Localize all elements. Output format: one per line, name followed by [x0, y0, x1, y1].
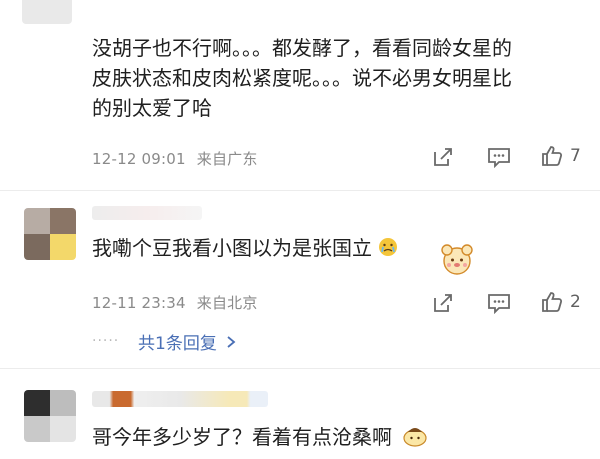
comment-1-line-3: 的别太爱了哈 — [92, 96, 212, 120]
comment-button-2[interactable] — [487, 292, 511, 314]
avatar-1[interactable] — [22, 0, 72, 24]
view-replies-label: 共1条回复 — [138, 334, 217, 354]
comment-2-text: 我嘞个豆我看小图以为是张国立 — [92, 233, 398, 265]
crying-emoji-icon — [378, 235, 398, 265]
comment-icon — [488, 148, 510, 168]
comment-2-content: 我嘞个豆我看小图以为是张国立 — [92, 236, 372, 260]
comment-1-line-1: 没胡子也不行啊。。。都发酵了，看看同龄女星的 — [92, 36, 512, 60]
comment-1-text: 没胡子也不行啊。。。都发酵了，看看同龄女星的 皮肤状态和皮肉松紧度呢。。。说不必… — [92, 33, 592, 123]
username-3-blurred[interactable] — [92, 391, 268, 407]
like-icon — [542, 146, 563, 166]
reply-dots: ····· — [92, 333, 120, 349]
avatar-3[interactable] — [24, 390, 76, 442]
comment-icon — [488, 294, 510, 314]
share-icon — [434, 148, 452, 166]
view-replies-link[interactable]: 共1条回复 — [138, 329, 236, 354]
sticker-pudding-icon — [402, 423, 428, 455]
share-icon — [434, 294, 452, 312]
comment-2-time: 12-11 23:34 — [92, 294, 186, 312]
comment-1-line-2: 皮肤状态和皮肉松紧度呢。。。说不必男女明星比 — [92, 66, 512, 90]
sticker-bear-icon — [440, 243, 474, 275]
username-2-blurred[interactable] — [92, 206, 202, 220]
comment-1-time: 12-12 09:01 — [92, 150, 186, 168]
comment-2-meta: 12-11 23:34 来自北京 — [92, 292, 258, 313]
divider-1 — [0, 190, 600, 191]
comment-2-location: 来自北京 — [196, 294, 258, 312]
like-button-2[interactable]: 2 — [540, 290, 581, 314]
share-button-1[interactable] — [432, 146, 454, 168]
chevron-right-icon — [226, 334, 236, 354]
comment-1-location: 来自广东 — [196, 150, 258, 168]
like-count-2: 2 — [570, 292, 581, 312]
like-count-1: 7 — [570, 146, 581, 166]
comment-3-text: 哥今年多少岁了？看着有点沧桑啊 — [92, 422, 428, 455]
like-button-1[interactable]: 7 — [540, 144, 581, 168]
share-button-2[interactable] — [432, 292, 454, 314]
divider-2 — [0, 368, 600, 369]
comment-button-1[interactable] — [487, 146, 511, 168]
comment-3-content: 哥今年多少岁了？看着有点沧桑啊 — [92, 425, 392, 449]
avatar-2[interactable] — [24, 208, 76, 260]
like-icon — [542, 292, 563, 312]
comment-1-meta: 12-12 09:01 来自广东 — [92, 148, 258, 169]
